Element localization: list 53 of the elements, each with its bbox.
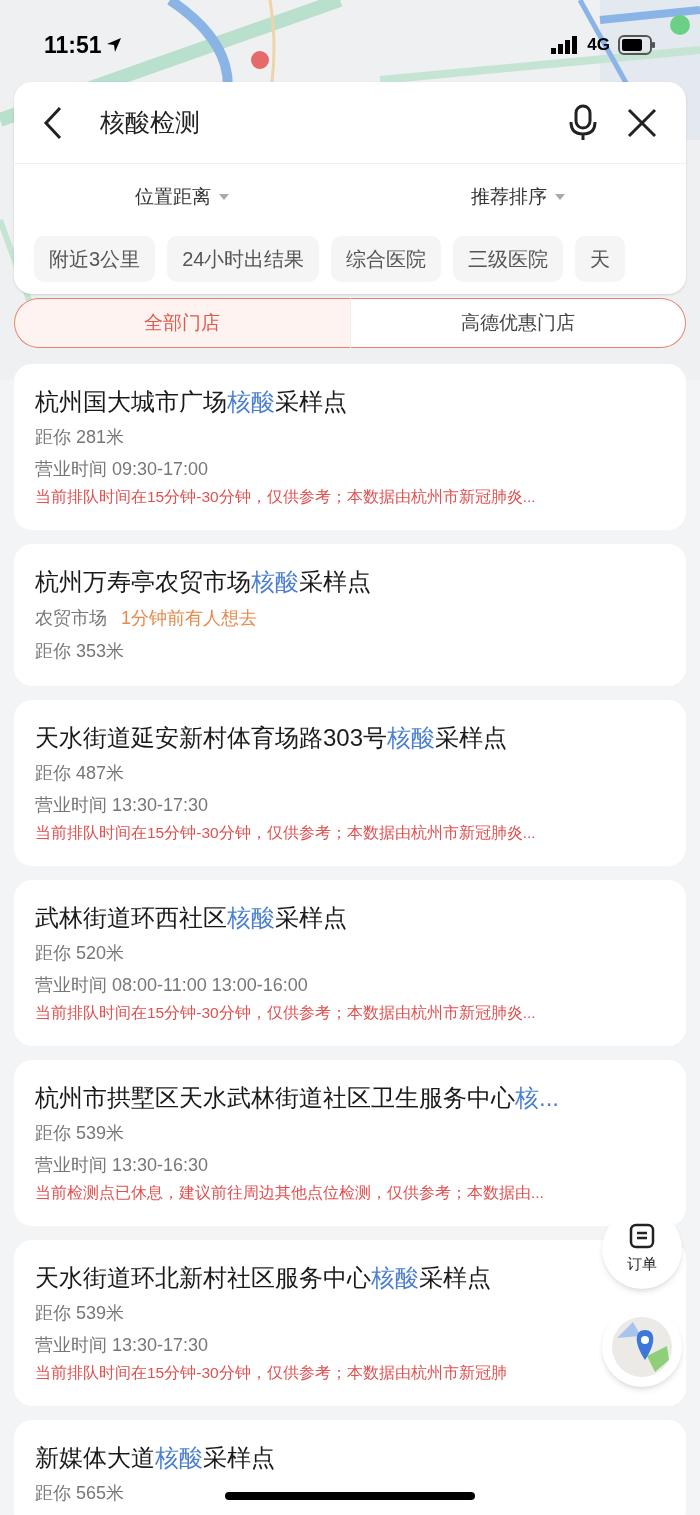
- result-info: 距你 281米: [35, 426, 125, 449]
- popularity-note: 1分钟前有人想去: [121, 607, 257, 630]
- result-info: 营业时间 13:30-17:30: [35, 1334, 209, 1357]
- clock-time: 11:51: [44, 31, 102, 60]
- queue-notice: 当前排队时间在15分钟-30分钟，仅供参考；本数据由杭州市新冠肺炎...: [35, 1003, 536, 1023]
- result-info: 距你 539米: [35, 1302, 125, 1325]
- queue-notice: 当前排队时间在15分钟-30分钟，仅供参考；本数据由杭州市新冠肺炎...: [35, 487, 536, 507]
- result-card[interactable]: 杭州国大城市广场核酸采样点 距你 281米 营业时间 09:30-17:00 当前排队时间在15分钟-30分钟，仅供参考；本数据由杭州市新冠肺炎...: [14, 364, 686, 530]
- result-title: 新媒体大道核酸采样点: [35, 1443, 275, 1473]
- list-icon: [629, 1222, 655, 1249]
- result-card[interactable]: 杭州万寿亭农贸市场核酸采样点 农贸市场 1分钟前有人想去 距你 353米: [14, 544, 686, 686]
- result-title: 杭州市拱墅区天水武林街道社区卫生服务中心核...: [35, 1083, 559, 1113]
- search-field[interactable]: 核酸检测: [100, 103, 568, 142]
- result-info: 距你 520米: [35, 942, 125, 965]
- queue-notice: 当前排队时间在15分钟-30分钟，仅供参考；本数据由杭州市新冠肺炎...: [35, 823, 536, 843]
- result-info: 营业时间 08:00-11:00 13:00-16:00: [35, 974, 308, 997]
- result-info: 营业时间 13:30-16:30: [35, 1154, 209, 1177]
- result-info: 距你 353米: [35, 640, 125, 663]
- result-card[interactable]: 杭州市拱墅区天水武林街道社区卫生服务中心核... 距你 539米 营业时间 13:30-16:30 当前检测点已休息，建议前往周边其他点位检测，仅供参考；本数据由...: [14, 1060, 686, 1226]
- result-title: 杭州国大城市广场核酸采样点: [35, 387, 347, 417]
- caret-icon: [555, 194, 565, 200]
- battery-icon: [618, 34, 656, 55]
- result-card[interactable]: 武林街道环西社区核酸采样点 距你 520米 营业时间 08:00-11:00 13:00-16:00 当前排队时间在15分钟-30分钟，仅供参考；本数据由杭州市新冠肺炎...: [14, 880, 686, 1046]
- result-title: 杭州万寿亭农贸市场核酸采样点: [35, 567, 371, 597]
- close-icon[interactable]: [626, 106, 658, 139]
- result-title: 武林街道环西社区核酸采样点: [35, 903, 347, 933]
- back-icon[interactable]: [42, 105, 64, 140]
- map-pin-icon: [611, 1316, 673, 1378]
- store-tab[interactable]: 高德优惠门店: [349, 298, 686, 348]
- filter-chip[interactable]: 综合医院: [331, 236, 442, 282]
- filter-chip[interactable]: 天: [575, 236, 626, 282]
- result-card[interactable]: 新媒体大道核酸采样点 距你 565米: [14, 1420, 686, 1515]
- result-info: 营业时间 13:30-17:30: [35, 794, 209, 817]
- result-category: 农贸市场: [35, 607, 107, 630]
- result-info: 营业时间 09:30-17:00: [35, 458, 209, 481]
- result-title: 天水街道环北新村社区服务中心核酸采样点: [35, 1263, 491, 1293]
- sort-dropdown[interactable]: 位置距离: [14, 182, 350, 212]
- network-label: 4G: [587, 34, 610, 56]
- queue-notice: 当前检测点已休息，建议前往周边其他点位检测，仅供参考；本数据由...: [35, 1183, 544, 1203]
- result-info: 距你 487米: [35, 762, 125, 785]
- caret-icon: [219, 194, 229, 200]
- result-title: 天水街道延安新村体育场路303号核酸采样点: [35, 723, 508, 753]
- signal-icon: [551, 35, 580, 54]
- result-info: 距你 565米: [35, 1482, 125, 1505]
- result-info: 距你 539米: [35, 1122, 125, 1145]
- filter-chip[interactable]: 24小时出结果: [167, 236, 320, 282]
- filter-chip[interactable]: 三级医院: [453, 236, 564, 282]
- location-arrow-icon: [105, 37, 122, 54]
- filter-chip[interactable]: 附近3公里: [34, 236, 156, 282]
- queue-notice: 当前排队时间在15分钟-30分钟，仅供参考；本数据由杭州市新冠肺: [35, 1363, 507, 1383]
- sort-dropdown[interactable]: 推荐排序: [350, 182, 686, 212]
- result-card[interactable]: 天水街道延安新村体育场路303号核酸采样点 距你 487米 营业时间 13:30-17:30 当前排队时间在15分钟-30分钟，仅供参考；本数据由杭州市新冠肺炎...: [14, 700, 686, 866]
- microphone-icon[interactable]: [568, 103, 598, 142]
